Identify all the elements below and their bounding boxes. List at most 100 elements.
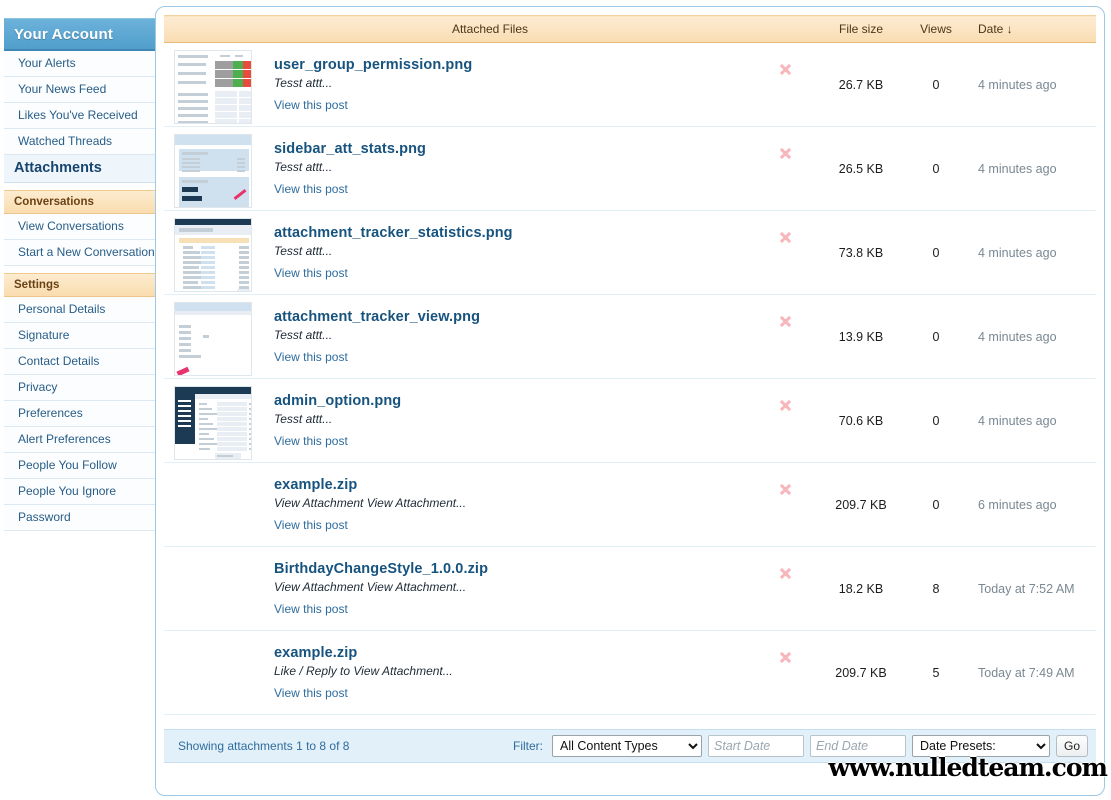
file-size-value: 73.8 KB: [816, 210, 906, 295]
delete-cell: [755, 378, 816, 463]
sidebar-gap: [4, 183, 156, 190]
delete-x-icon[interactable]: [779, 651, 792, 664]
table-row: example.zip View Attachment View Attachme…: [164, 462, 1096, 547]
table-row: attachment_tracker_statistics.png Tesst a…: [164, 210, 1096, 295]
sidebar-item-personal-details[interactable]: Personal Details: [4, 297, 156, 323]
delete-x-icon[interactable]: [779, 315, 792, 328]
delete-x-icon[interactable]: [779, 399, 792, 412]
views-value: 0: [906, 210, 966, 295]
view-this-post-link[interactable]: View this post: [274, 686, 348, 700]
sidebar-item-your-news-feed[interactable]: Your News Feed: [4, 77, 156, 103]
sidebar-gap: [4, 266, 156, 273]
attachment-thumbnail[interactable]: [174, 218, 252, 292]
attachment-filename-link[interactable]: admin_option.png: [274, 393, 401, 409]
sidebar-item-password[interactable]: Password: [4, 505, 156, 531]
attachment-description: View Attachment View Attachment...: [274, 495, 467, 510]
attachment-filename-link[interactable]: user_group_permission.png: [274, 57, 472, 73]
views-value: 0: [906, 42, 966, 127]
file-info-cell: admin_option.png Tesst attt... View this p…: [274, 378, 756, 463]
attachment-description: Like / Reply to View Attachment...: [274, 663, 453, 678]
sidebar-item-alert-preferences[interactable]: Alert Preferences: [4, 427, 156, 453]
start-date-input[interactable]: [707, 735, 804, 757]
file-size-value: 18.2 KB: [816, 546, 906, 631]
sidebar-item-view-conversations[interactable]: View Conversations: [4, 214, 156, 240]
column-header-file-size[interactable]: File size: [816, 15, 906, 43]
file-size-value: 13.9 KB: [816, 294, 906, 379]
filter-label: Filter:: [512, 739, 543, 753]
attachment-description: Tesst attt...: [274, 159, 333, 174]
table-header: Attached Files File size Views Date ↓: [164, 15, 1096, 43]
view-this-post-link[interactable]: View this post: [274, 350, 348, 364]
attachment-description: Tesst attt...: [274, 327, 333, 342]
sidebar-item-privacy[interactable]: Privacy: [4, 375, 156, 401]
thumbnail-cell: [164, 126, 274, 211]
attachment-thumbnail[interactable]: [174, 134, 252, 208]
sidebar-item-start-a-new-conversation[interactable]: Start a New Conversation: [4, 240, 156, 266]
attachment-filename-link[interactable]: attachment_tracker_statistics.png: [274, 225, 513, 241]
table-row: user_group_permission.png Tesst attt... Vi…: [164, 42, 1096, 127]
file-info-cell: attachment_tracker_view.png Tesst attt...…: [274, 294, 756, 379]
attachment-thumbnail[interactable]: [174, 302, 252, 376]
table-row: example.zip Like / Reply to View Attachme…: [164, 630, 1096, 715]
attachment-description: Tesst attt...: [274, 243, 333, 258]
sidebar-item-people-you-ignore[interactable]: People You Ignore: [4, 479, 156, 505]
file-info-cell: example.zip View Attachment View Attachme…: [274, 462, 756, 547]
attachment-filename-link[interactable]: BirthdayChangeStyle_1.0.0.zip: [274, 561, 488, 577]
sidebar-item-people-you-follow[interactable]: People You Follow: [4, 453, 156, 479]
account-sidebar: Your Account Your Alerts Your News Feed Li…: [4, 18, 156, 531]
attachment-filename-link[interactable]: example.zip: [274, 645, 357, 661]
views-value: 0: [906, 126, 966, 211]
attachment-filename-link[interactable]: sidebar_att_stats.png: [274, 141, 426, 157]
content-type-select[interactable]: All Content Types: [551, 735, 702, 757]
attachment-description: Tesst attt...: [274, 75, 333, 90]
date-value: Today at 7:49 AM: [966, 630, 1096, 715]
view-this-post-link[interactable]: View this post: [274, 602, 348, 616]
delete-cell: [755, 546, 816, 631]
sidebar-item-signature[interactable]: Signature: [4, 323, 156, 349]
date-value: Today at 7:52 AM: [966, 546, 1096, 631]
attachment-thumbnail[interactable]: [174, 50, 252, 124]
panel-inner: Attached Files File size Views Date ↓ us…: [164, 15, 1096, 787]
column-header-views[interactable]: Views: [906, 15, 966, 43]
attachment-filename-link[interactable]: attachment_tracker_view.png: [274, 309, 480, 325]
view-this-post-link[interactable]: View this post: [274, 98, 348, 112]
delete-x-icon[interactable]: [779, 567, 792, 580]
delete-cell: [755, 630, 816, 715]
table-body: user_group_permission.png Tesst attt... Vi…: [164, 42, 1096, 715]
date-value: 4 minutes ago: [966, 378, 1096, 463]
delete-x-icon[interactable]: [779, 483, 792, 496]
column-header-date[interactable]: Date ↓: [966, 15, 1096, 43]
column-header-attached-files[interactable]: Attached Files: [164, 15, 816, 43]
end-date-input[interactable]: [809, 735, 906, 757]
view-this-post-link[interactable]: View this post: [274, 266, 348, 280]
thumbnail-cell: [164, 378, 274, 463]
go-button[interactable]: Go: [1055, 735, 1088, 757]
delete-cell: [755, 462, 816, 547]
view-this-post-link[interactable]: View this post: [274, 182, 348, 196]
delete-x-icon[interactable]: [779, 63, 792, 76]
delete-x-icon[interactable]: [779, 231, 792, 244]
date-value: 4 minutes ago: [966, 42, 1096, 127]
sidebar-item-contact-details[interactable]: Contact Details: [4, 349, 156, 375]
footer-filter-bar: Showing attachments 1 to 8 of 8 Filter: …: [164, 729, 1096, 763]
delete-x-icon[interactable]: [779, 147, 792, 160]
date-value: 4 minutes ago: [966, 210, 1096, 295]
views-value: 0: [906, 294, 966, 379]
view-this-post-link[interactable]: View this post: [274, 434, 348, 448]
sidebar-item-preferences[interactable]: Preferences: [4, 401, 156, 427]
sidebar-item-your-alerts[interactable]: Your Alerts: [4, 51, 156, 77]
date-presets-select[interactable]: Date Presets:: [911, 735, 1050, 757]
file-size-value: 209.7 KB: [816, 630, 906, 715]
sidebar-item-likes-you-ve-received[interactable]: Likes You've Received: [4, 103, 156, 129]
showing-count-label: Showing attachments 1 to 8 of 8: [178, 739, 350, 753]
attachment-filename-link[interactable]: example.zip: [274, 477, 357, 493]
file-info-cell: user_group_permission.png Tesst attt... Vi…: [274, 42, 756, 127]
attachment-thumbnail[interactable]: [174, 386, 252, 460]
main-panel: Attached Files File size Views Date ↓ us…: [155, 6, 1105, 796]
no-thumbnail: [174, 554, 252, 628]
sidebar-item-attachments[interactable]: Attachments: [4, 155, 156, 183]
sidebar-item-watched-threads[interactable]: Watched Threads: [4, 129, 156, 155]
table-row: BirthdayChangeStyle_1.0.0.zip View Attach…: [164, 546, 1096, 631]
view-this-post-link[interactable]: View this post: [274, 518, 348, 532]
delete-cell: [755, 42, 816, 127]
